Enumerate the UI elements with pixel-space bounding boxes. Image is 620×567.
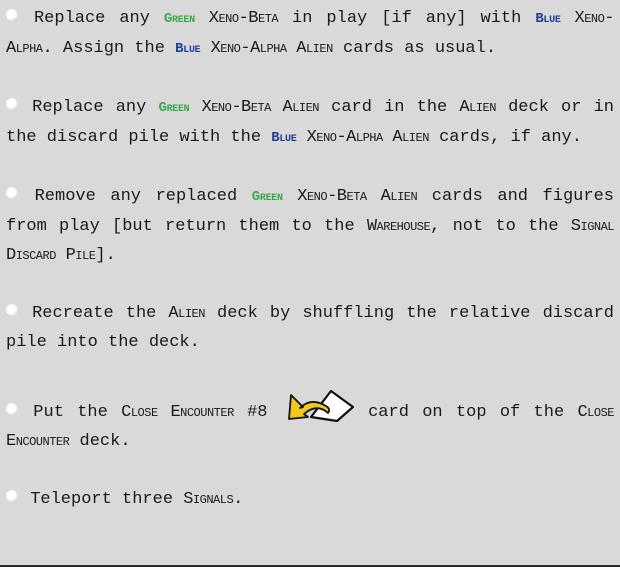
close-encounter-term: Close Encounter	[121, 403, 234, 422]
text: Replace any	[20, 9, 164, 28]
rule-paragraph-recreate-deck: Recreate the Alien deck by shuffling the…	[6, 299, 614, 357]
text: Recreate the	[20, 304, 169, 323]
text: . Assign the	[42, 39, 176, 58]
text	[200, 39, 210, 58]
text	[189, 98, 201, 117]
bullet-icon	[6, 490, 18, 502]
card-flip-arrow-icon	[287, 389, 354, 422]
text: card on top of the	[354, 403, 578, 422]
blue-keyword: Blue	[271, 130, 297, 146]
rule-paragraph-remove-replaced: Remove any replaced Green Xeno-Beta Alie…	[6, 182, 615, 270]
alien-term: Alien	[168, 304, 205, 323]
rule-paragraph-close-encounter: Put the Close Encounter #8 card on top o…	[6, 386, 614, 456]
text: .	[233, 490, 244, 509]
text: cards, if any.	[428, 128, 582, 147]
warehouse-term: Warehouse	[366, 217, 431, 236]
blue-keyword: Blue	[175, 41, 201, 57]
green-keyword: Green	[251, 189, 283, 205]
bullet-icon	[6, 403, 18, 415]
text: Put the	[20, 403, 122, 422]
text: Remove any replaced	[20, 187, 252, 206]
rule-paragraph-teleport: Teleport three Signals.	[6, 485, 614, 514]
text	[561, 9, 575, 28]
xeno-beta-alien-term: Xeno-Beta Alien	[297, 187, 418, 206]
text: , not to the	[430, 217, 571, 236]
signals-term: Signals	[183, 490, 234, 509]
text	[195, 9, 209, 28]
bullet-icon	[6, 304, 18, 316]
rule-paragraph-replace-in-deck: Replace any Green Xeno-Beta Alien card i…	[6, 93, 614, 153]
green-keyword: Green	[163, 11, 195, 27]
rule-paragraph-replace-in-play: Replace any Green Xeno-Beta in play [if …	[6, 4, 615, 64]
text: ].	[95, 246, 116, 265]
xeno-alpha-alien-term: Xeno-Alpha Alien	[210, 39, 334, 58]
bullet-icon	[6, 98, 18, 110]
text: in play [if any] with	[278, 9, 536, 28]
blue-keyword: Blue	[535, 11, 561, 27]
text: Replace any	[20, 98, 159, 117]
text	[296, 128, 306, 147]
text: deck.	[69, 432, 131, 451]
text: card in the	[319, 98, 460, 117]
xeno-beta-term: Xeno-Beta	[208, 9, 279, 28]
text: Teleport three	[20, 490, 184, 509]
text: cards as usual.	[332, 39, 497, 58]
green-keyword: Green	[158, 100, 190, 116]
rules-text-page: Replace any Green Xeno-Beta in play [if …	[0, 0, 620, 567]
alien-term: Alien	[459, 98, 496, 117]
bullet-icon	[6, 187, 18, 199]
text: #8	[233, 403, 281, 422]
bullet-icon	[6, 9, 18, 21]
xeno-alpha-alien-term: Xeno-Alpha Alien	[306, 128, 430, 147]
xeno-beta-alien-term: Xeno-Beta Alien	[201, 98, 320, 117]
text	[283, 187, 298, 206]
